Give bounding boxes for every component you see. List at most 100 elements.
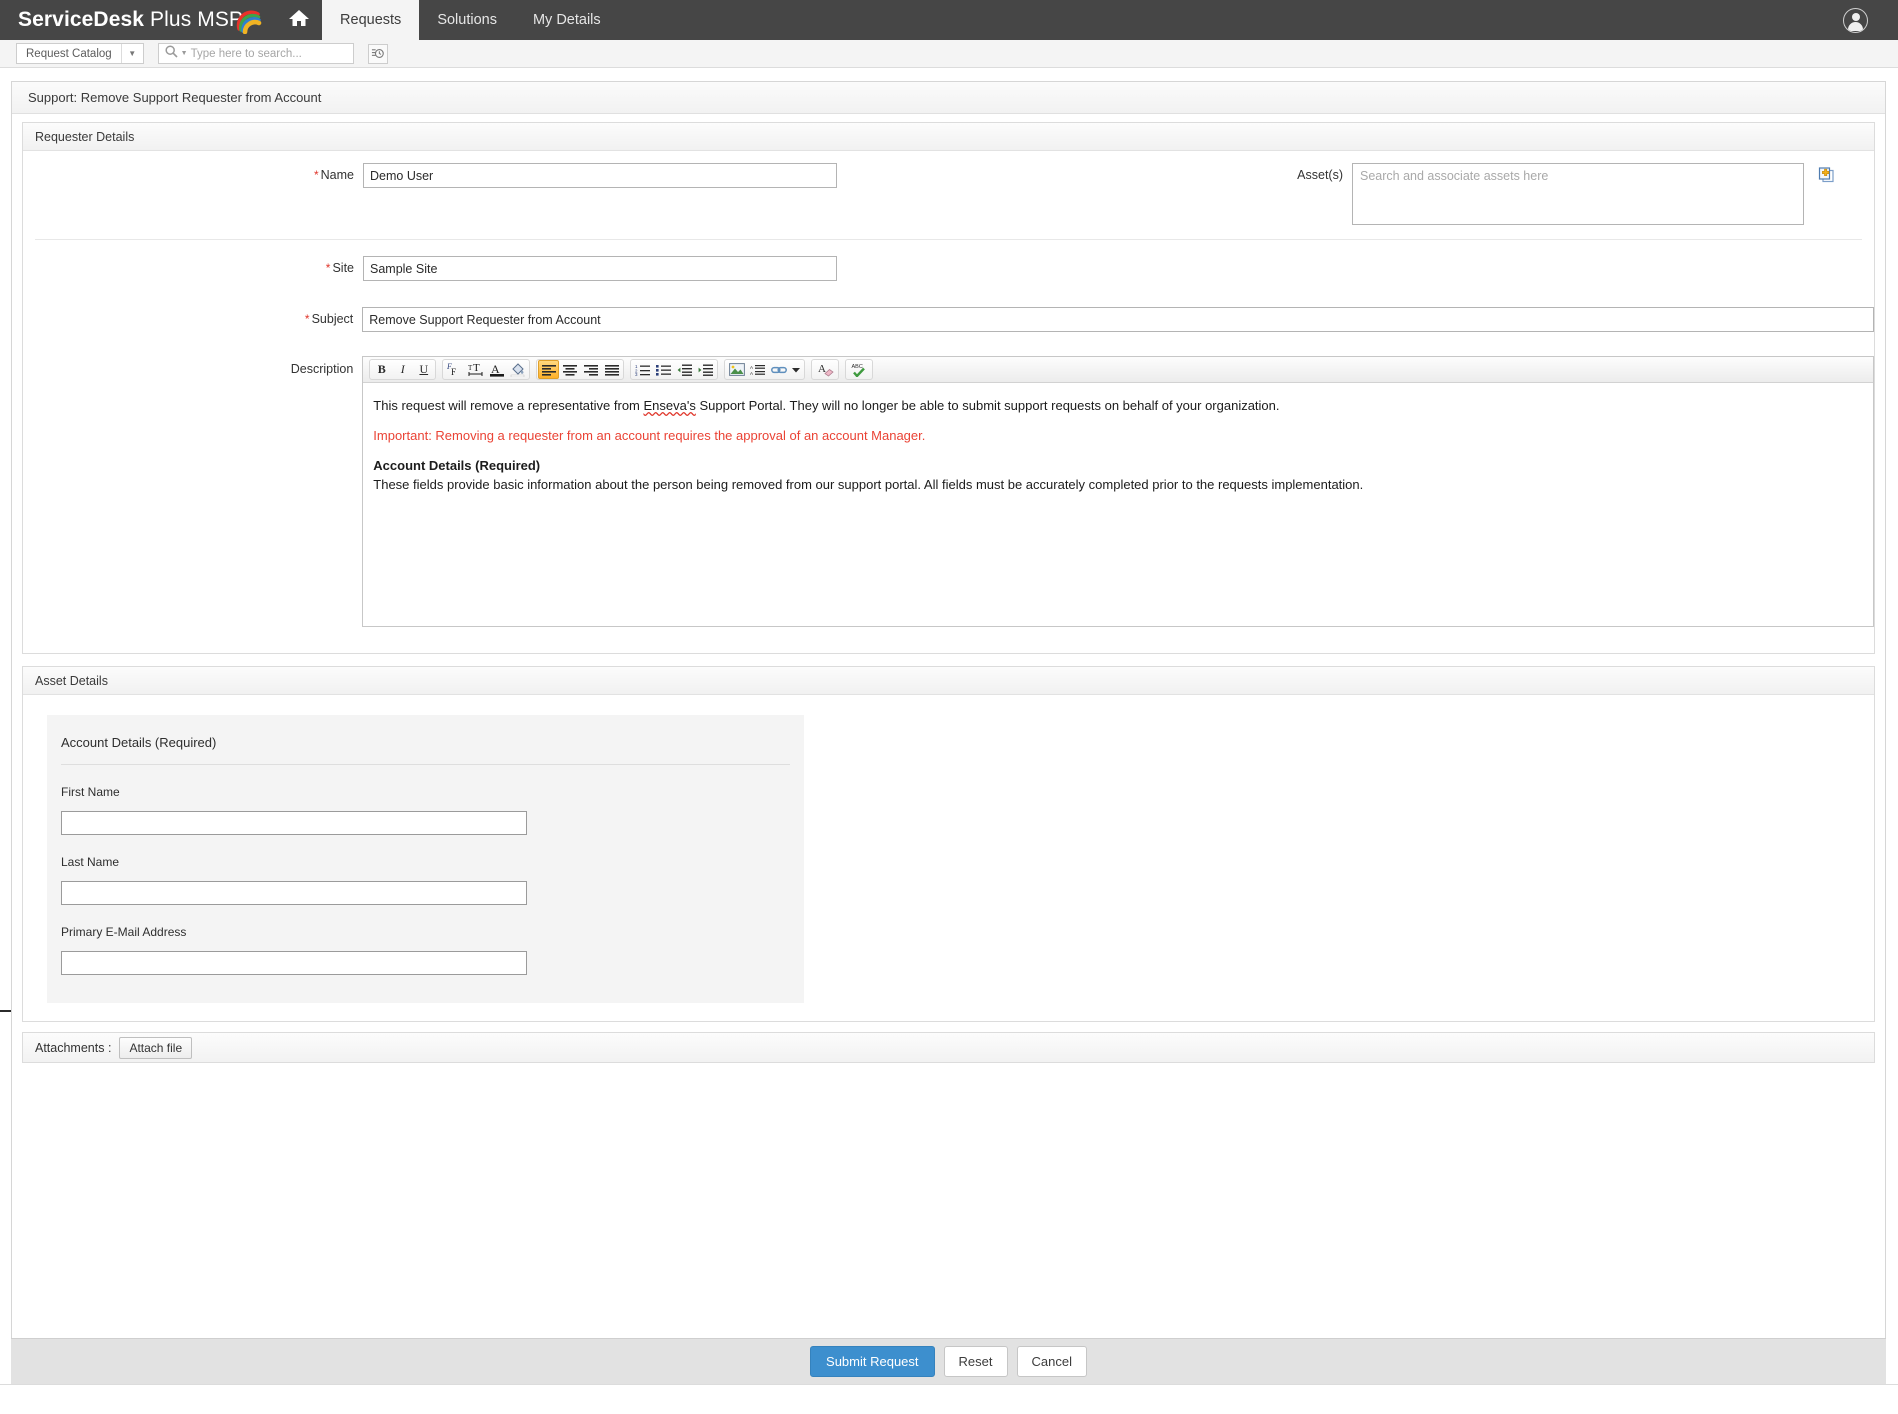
site-input-value: Sample Site — [370, 261, 438, 276]
asset-details-heading: Asset Details — [23, 667, 1874, 695]
desc-p3-text: These fields provide basic information a… — [373, 476, 1364, 492]
search-scope-chevron-down-icon[interactable]: ▼ — [181, 50, 188, 57]
svg-text:3: 3 — [635, 372, 638, 376]
assets-input-placeholder: Search and associate assets here — [1360, 169, 1549, 183]
more-options-caret-icon[interactable] — [789, 360, 803, 379]
cancel-button[interactable]: Cancel — [1016, 1346, 1087, 1377]
last-name-input[interactable] — [61, 881, 527, 905]
reset-button[interactable]: Reset — [943, 1346, 1008, 1377]
top-navigation-bar: ServiceDesk Plus MSP Requests Solutions … — [0, 0, 1898, 40]
search-history-icon[interactable] — [367, 43, 388, 64]
font-size-icon[interactable]: TT — [465, 360, 486, 379]
description-label: Description — [23, 356, 362, 376]
font-family-icon[interactable]: FF — [444, 360, 465, 379]
requester-details-heading: Requester Details — [23, 123, 1874, 151]
rte-group-insert: AA — [724, 359, 806, 380]
name-input-value: Demo User — [370, 168, 434, 183]
assets-search-input[interactable]: Search and associate assets here — [1352, 163, 1804, 225]
insert-image-icon[interactable] — [726, 360, 747, 379]
description-editor-body[interactable]: This request will remove a representativ… — [363, 383, 1873, 626]
page-bottom-area — [0, 1384, 1898, 1414]
svg-text:A: A — [491, 362, 500, 376]
insert-link-icon[interactable] — [768, 360, 789, 379]
rte-toolbar: B I U FF TT A 1 2 3 A A A ABC — [363, 357, 1873, 383]
site-input[interactable]: Sample Site — [363, 256, 837, 281]
text-color-icon[interactable]: A — [486, 360, 507, 379]
global-search-input[interactable]: ▼ Type here to search... — [157, 43, 354, 64]
rte-group-align — [536, 359, 625, 380]
first-name-input[interactable] — [61, 811, 527, 835]
site-label-text: Site — [332, 261, 354, 275]
ordered-list-icon[interactable]: 123 — [632, 360, 653, 379]
search-input-placeholder: Type here to search... — [190, 47, 302, 60]
tab-my-details[interactable]: My Details — [515, 0, 619, 40]
description-paragraph-important: Important: Removing a requester from an … — [373, 427, 926, 443]
add-asset-icon[interactable] — [1818, 163, 1836, 225]
spellcheck-icon[interactable]: ABC — [847, 360, 871, 379]
background-color-icon[interactable] — [507, 360, 528, 379]
secondary-search-bar: Request Catalog ▼ ▼ Type here to search.… — [0, 40, 1898, 68]
first-name-label: First Name — [61, 785, 120, 799]
name-field-group: * Name Demo User — [23, 163, 837, 225]
primary-email-input[interactable] — [61, 951, 527, 975]
page-title: Support: Remove Support Requester from A… — [12, 82, 1885, 114]
insert-table-icon[interactable]: AA — [747, 360, 768, 379]
assets-field-group: Asset(s) Search and associate assets her… — [1297, 163, 1874, 225]
indent-icon[interactable] — [695, 360, 716, 379]
account-details-subcard: Account Details (Required) First Name La… — [47, 715, 804, 1003]
avatar-head-shape — [1851, 12, 1860, 21]
avatar-body-shape — [1848, 21, 1863, 31]
app-logo[interactable]: ServiceDesk Plus MSP — [0, 0, 276, 40]
svg-text:F: F — [451, 367, 456, 377]
align-center-icon[interactable] — [559, 360, 580, 379]
attachments-panel: Attachments : Attach file — [22, 1032, 1875, 1063]
rte-group-spellcheck: ABC — [845, 359, 874, 380]
requester-details-body: * Name Demo User Asset(s) Search and asso… — [23, 151, 1874, 653]
requester-details-heading-text: Requester Details — [35, 129, 135, 144]
page-title-text: Support: Remove Support Requester from A… — [28, 90, 322, 105]
user-avatar-icon[interactable] — [1843, 7, 1868, 33]
name-label: * Name — [23, 163, 363, 225]
required-asterisk-icon: * — [313, 168, 319, 182]
align-right-icon[interactable] — [580, 360, 601, 379]
name-and-assets-row: * Name Demo User Asset(s) Search and asso… — [23, 151, 1874, 239]
subject-row: * Subject Remove Support Requester from A… — [23, 281, 1874, 332]
primary-email-label: Primary E-Mail Address — [61, 925, 187, 939]
bold-icon[interactable]: B — [371, 360, 392, 379]
form-bottom-spacer — [12, 1063, 1885, 1125]
home-icon — [288, 8, 310, 33]
form-action-bar: Submit Request Reset Cancel — [11, 1338, 1886, 1384]
subject-input[interactable]: Remove Support Requester from Account — [362, 307, 1874, 332]
outdent-icon[interactable] — [674, 360, 695, 379]
chevron-down-icon[interactable]: ▼ — [120, 44, 143, 63]
attach-file-button[interactable]: Attach file — [119, 1036, 193, 1059]
assets-label-text: Asset(s) — [1297, 168, 1343, 182]
tab-requests[interactable]: Requests — [322, 0, 420, 40]
svg-text:A: A — [818, 363, 826, 375]
required-asterisk-icon: * — [304, 312, 310, 326]
site-label: * Site — [23, 256, 363, 275]
user-menu[interactable] — [1843, 0, 1898, 40]
remove-format-icon[interactable]: A — [813, 360, 837, 379]
align-justify-icon[interactable] — [601, 360, 622, 379]
logo-swoosh-icon — [236, 6, 262, 34]
desc-p3-heading: Account Details (Required) — [373, 457, 541, 473]
tab-solutions-label: Solutions — [437, 12, 497, 28]
description-paragraph-1: This request will remove a representativ… — [373, 397, 1863, 416]
name-input[interactable]: Demo User — [363, 163, 837, 188]
rte-group-cleanup: A — [811, 359, 840, 380]
rte-group-lists: 123 — [630, 359, 719, 380]
submit-request-button[interactable]: Submit Request — [810, 1346, 935, 1377]
italic-icon[interactable]: I — [392, 360, 413, 379]
unordered-list-icon[interactable] — [653, 360, 674, 379]
tab-solutions[interactable]: Solutions — [419, 0, 515, 40]
home-button[interactable] — [276, 0, 322, 40]
first-name-field-group: First Name — [47, 765, 804, 835]
description-rich-text-editor: B I U FF TT A 1 2 3 A A A ABC This reque… — [362, 356, 1874, 627]
underline-icon[interactable]: U — [413, 360, 434, 379]
last-name-label: Last Name — [61, 855, 120, 869]
align-left-icon[interactable] — [538, 360, 560, 379]
assets-label: Asset(s) — [1297, 163, 1352, 225]
desc-p1-misspelled-word: Enseva's — [643, 398, 696, 413]
catalog-scope-select[interactable]: Request Catalog ▼ — [16, 43, 144, 64]
